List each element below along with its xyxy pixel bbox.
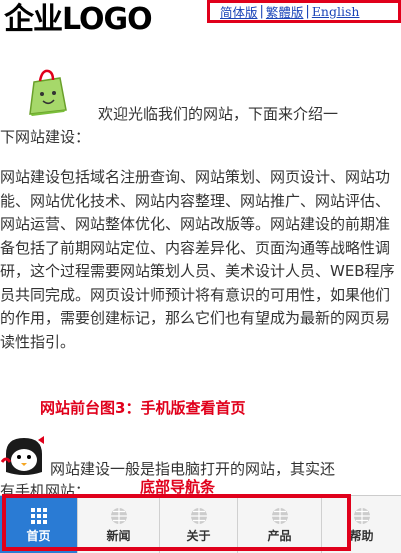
bottom-nav: 首页 新闻 关于 产品 帮助 — [0, 495, 401, 553]
lang-english-link[interactable]: English — [312, 4, 360, 19]
screenshot-caption: 网站前台图3：手机版查看首页 — [40, 399, 246, 417]
body-paragraph: 网站建设包括域名注册查询、网站策划、网页设计、网站功能、网站优化技术、网站内容整… — [0, 168, 395, 351]
globe-icon — [271, 507, 288, 524]
lang-simplified-link[interactable]: 简体版 — [220, 2, 258, 21]
nav-item-products[interactable]: 产品 — [238, 496, 322, 553]
nav-label: 首页 — [26, 528, 51, 543]
annotation-caption: 底部导航条 — [140, 478, 216, 496]
nav-item-news[interactable]: 新闻 — [78, 496, 160, 553]
grid-icon — [30, 507, 47, 524]
language-switcher: 简体版 | 繁體版 | English — [207, 0, 401, 23]
globe-icon — [190, 507, 207, 524]
shopping-bag-icon — [29, 69, 67, 116]
nav-label: 关于 — [186, 528, 211, 543]
divider: | — [305, 4, 310, 19]
nav-item-about[interactable]: 关于 — [160, 496, 238, 553]
intro-text: 下网站建设： — [0, 128, 91, 146]
nav-label: 新闻 — [106, 528, 131, 543]
nav-item-help[interactable]: 帮助 — [322, 496, 401, 553]
mascot-icon — [0, 436, 44, 475]
nav-label: 产品 — [267, 528, 292, 543]
lang-traditional-link[interactable]: 繁體版 — [266, 2, 304, 21]
nav-label: 帮助 — [349, 528, 374, 543]
nav-item-home[interactable]: 首页 — [0, 496, 78, 553]
globe-icon — [110, 507, 127, 524]
globe-icon — [353, 507, 370, 524]
intro-text: 欢迎光临我们的网站，下面来介绍一 — [98, 105, 339, 123]
divider: | — [259, 4, 264, 19]
site-logo[interactable]: 企业LOGO — [4, 2, 153, 38]
